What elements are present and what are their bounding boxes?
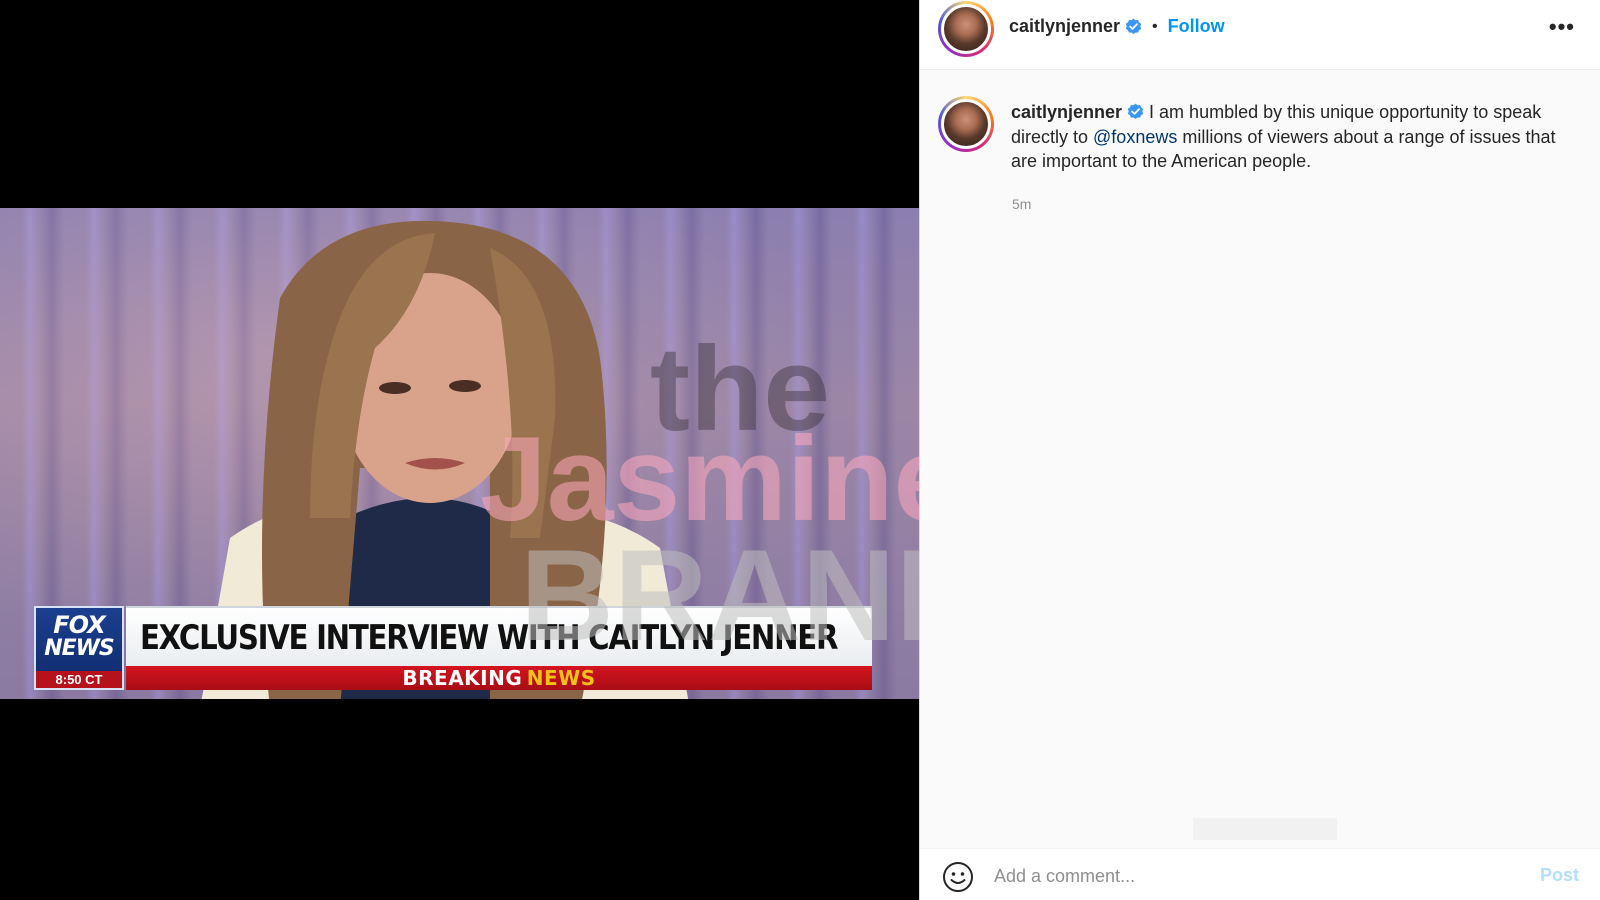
- logo-line-1: FOX: [53, 611, 105, 639]
- news-lower-third: FOX NEWS 8:50 CT EXCLUSIVE INTERVIEW WIT…: [34, 606, 872, 690]
- verified-badge-icon: [1127, 103, 1144, 119]
- post-header: caitlynjenner • Follow •••: [920, 0, 1600, 70]
- headline-text: EXCLUSIVE INTERVIEW WITH CAITLYN JENNER: [140, 618, 839, 658]
- post-timestamp[interactable]: 5m: [1012, 196, 1031, 212]
- fox-news-logo: FOX NEWS 8:50 CT: [34, 606, 124, 690]
- mention-link[interactable]: @foxnews: [1093, 127, 1177, 147]
- logo-line-2: NEWS: [44, 636, 115, 661]
- header-username-link[interactable]: caitlynjenner: [1009, 16, 1120, 37]
- verified-badge-icon: [1125, 18, 1142, 34]
- instagram-post-view: FOX NEWS 8:50 CT EXCLUSIVE INTERVIEW WIT…: [0, 0, 1600, 900]
- header-avatar[interactable]: [938, 1, 994, 57]
- post-caption: caitlynjenner I am humbled by this uniqu…: [1011, 100, 1581, 174]
- caption-username-link[interactable]: caitlynjenner: [1011, 102, 1122, 122]
- comment-bar: Post: [920, 848, 1600, 900]
- news-word: NEWS: [526, 666, 596, 690]
- broadcast-time: 8:50 CT: [36, 671, 122, 688]
- faint-box-artifact: [1193, 818, 1337, 840]
- video-frame: FOX NEWS 8:50 CT EXCLUSIVE INTERVIEW WIT…: [0, 208, 919, 699]
- follow-button[interactable]: Follow: [1168, 16, 1225, 37]
- breaking-news-banner: BREAKING NEWS: [126, 666, 872, 690]
- header-user-info: caitlynjenner • Follow: [1009, 16, 1225, 37]
- post-media[interactable]: FOX NEWS 8:50 CT EXCLUSIVE INTERVIEW WIT…: [0, 0, 919, 900]
- header-separator: •: [1152, 17, 1158, 35]
- more-options-icon[interactable]: •••: [1549, 14, 1575, 40]
- comment-input[interactable]: [994, 859, 1514, 893]
- headline-banner: EXCLUSIVE INTERVIEW WITH CAITLYN JENNER: [126, 606, 872, 666]
- smiley-icon[interactable]: [942, 861, 974, 893]
- post-comment-button[interactable]: Post: [1540, 865, 1579, 886]
- post-side-panel: caitlynjenner • Follow ••• caitlynjenner…: [919, 0, 1600, 900]
- breaking-word: BREAKING: [402, 666, 523, 690]
- caption-avatar[interactable]: [938, 96, 994, 152]
